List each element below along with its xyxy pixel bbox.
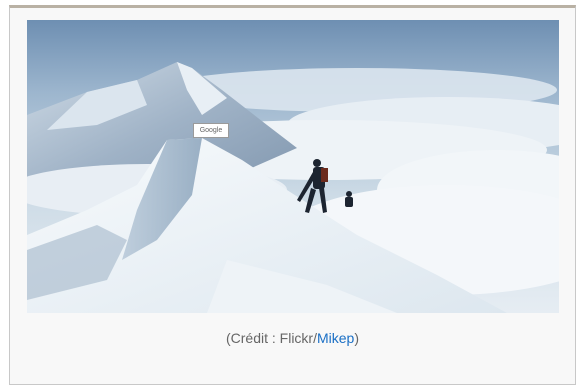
mountain-photo-image bbox=[27, 20, 559, 313]
caption-prefix: (Crédit : Flickr/ bbox=[225, 330, 317, 346]
credit-link[interactable]: Mikep bbox=[317, 330, 354, 346]
figure-frame: Google (Crédit : Flickr/Mikep) bbox=[9, 5, 576, 385]
caption-suffix: ) bbox=[354, 330, 360, 346]
photo-caption: (Crédit : Flickr/Mikep) bbox=[10, 330, 575, 346]
google-tag[interactable]: Google bbox=[193, 123, 229, 138]
mountain-photo[interactable]: Google bbox=[27, 20, 559, 313]
